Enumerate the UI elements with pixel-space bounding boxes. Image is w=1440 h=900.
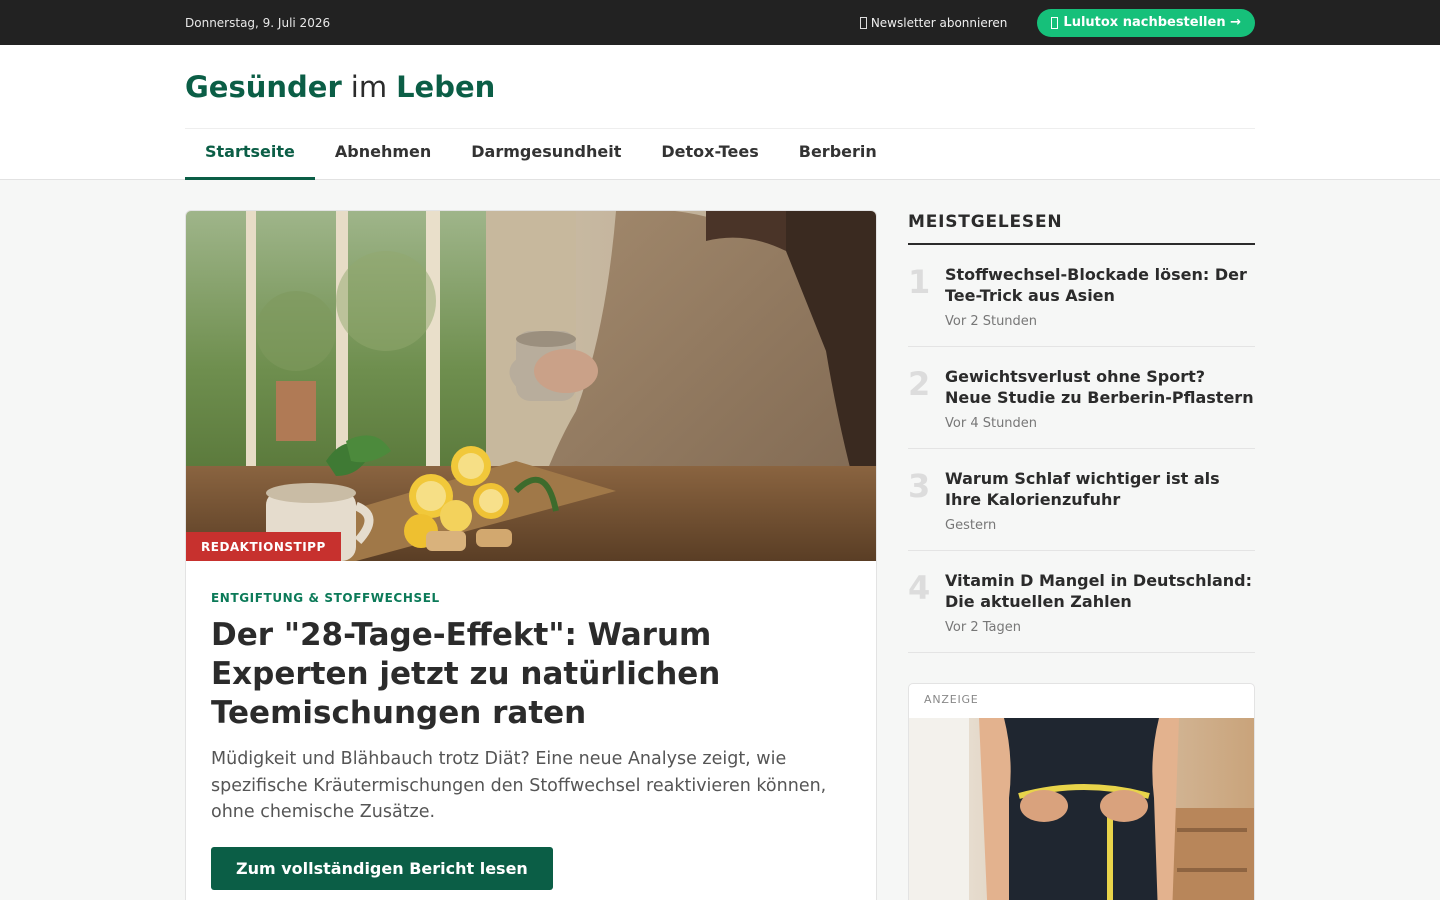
sidebar: MEISTGELESEN 1 Stoffwechsel-Blockade lös… [908, 210, 1255, 900]
top-bar-actions: Newsletter abonnieren Lulutox nachbestel… [859, 8, 1255, 37]
list-item[interactable]: 1 Stoffwechsel-Blockade lösen: Der Tee-T… [908, 245, 1255, 347]
rank-number: 1 [908, 263, 931, 301]
popular-article-title[interactable]: Warum Schlaf wichtiger ist als Ihre Kalo… [945, 468, 1255, 510]
reorder-button[interactable]: Lulutox nachbestellen → [1037, 8, 1255, 37]
newsletter-label: Newsletter abonnieren [870, 15, 1008, 30]
popular-article-title[interactable]: Vitamin D Mangel in Deutschland: Die akt… [945, 570, 1255, 612]
mail-icon [859, 16, 867, 29]
article-teaser: Müdigkeit und Blähbauch trotz Diät? Eine… [211, 749, 827, 822]
main-column: REDAKTIONSTIPP ENTGIFTUNG & STOFFWECHSEL… [185, 210, 877, 900]
nav-item-detox-tees[interactable]: Detox-Tees [641, 129, 778, 180]
nav-item-startseite[interactable]: Startseite [185, 129, 315, 180]
ad-box[interactable]: ANZEIGE [908, 683, 1255, 900]
most-read-list: 1 Stoffwechsel-Blockade lösen: Der Tee-T… [908, 245, 1255, 653]
popular-article-title[interactable]: Gewichtsverlust ohne Sport? Neue Studie … [945, 366, 1255, 408]
page-content: REDAKTIONSTIPP ENTGIFTUNG & STOFFWECHSEL… [185, 210, 1255, 900]
ad-photo [909, 718, 1254, 900]
ad-label: ANZEIGE [924, 693, 979, 706]
nav-item-darmgesundheit[interactable]: Darmgesundheit [451, 129, 641, 180]
current-date: Donnerstag, 9. Juli 2026 [185, 15, 331, 30]
popular-article-time: Vor 2 Stunden [945, 314, 1038, 329]
newsletter-link[interactable]: Newsletter abonnieren [859, 15, 1008, 30]
featured-article: REDAKTIONSTIPP ENTGIFTUNG & STOFFWECHSEL… [185, 210, 877, 900]
rank-number: 4 [908, 569, 931, 607]
editor-pick-badge: REDAKTIONSTIPP [186, 532, 341, 561]
list-item[interactable]: 2 Gewichtsverlust ohne Sport? Neue Studi… [908, 347, 1255, 449]
logo-word-1: Gesünder [185, 69, 342, 104]
featured-article-body: ENTGIFTUNG & STOFFWECHSEL Der "28-Tage-E… [186, 561, 876, 890]
popular-article-title[interactable]: Stoffwechsel-Blockade lösen: Der Tee-Tri… [945, 264, 1255, 306]
logo-word-2: im [350, 69, 388, 104]
popular-article-time: Gestern [945, 518, 997, 533]
rank-number: 2 [908, 365, 931, 403]
read-full-report-button[interactable]: Zum vollständigen Bericht lesen [211, 846, 553, 890]
site-logo[interactable]: Gesünder im Leben [185, 45, 1255, 128]
rank-number: 3 [908, 467, 931, 505]
site-header: Gesünder im Leben Startseite Abnehmen Darm… [0, 45, 1440, 180]
featured-image[interactable]: REDAKTIONSTIPP [186, 211, 876, 561]
main-nav: Startseite Abnehmen Darmgesundheit Detox… [185, 128, 1255, 180]
article-headline[interactable]: Der "28-Tage-Effekt": Warum Experten jet… [211, 616, 851, 733]
top-bar: Donnerstag, 9. Juli 2026 Newsletter abon… [0, 0, 1440, 45]
most-read-title: MEISTGELESEN [908, 210, 1255, 245]
popular-article-time: Vor 2 Tagen [945, 620, 1021, 635]
ad-image[interactable] [909, 718, 1254, 900]
nav-item-abnehmen[interactable]: Abnehmen [315, 129, 451, 180]
reorder-label: Lulutox nachbestellen → [1063, 15, 1241, 30]
nav-item-berberin[interactable]: Berberin [779, 129, 897, 180]
logo-word-3: Leben [396, 69, 496, 104]
article-category[interactable]: ENTGIFTUNG & STOFFWECHSEL [211, 591, 851, 605]
list-item[interactable]: 3 Warum Schlaf wichtiger ist als Ihre Ka… [908, 449, 1255, 551]
popular-article-time: Vor 4 Stunden [945, 416, 1038, 431]
list-item[interactable]: 4 Vitamin D Mangel in Deutschland: Die a… [908, 551, 1255, 653]
hero-photo [186, 211, 876, 561]
cart-icon [1051, 16, 1059, 29]
